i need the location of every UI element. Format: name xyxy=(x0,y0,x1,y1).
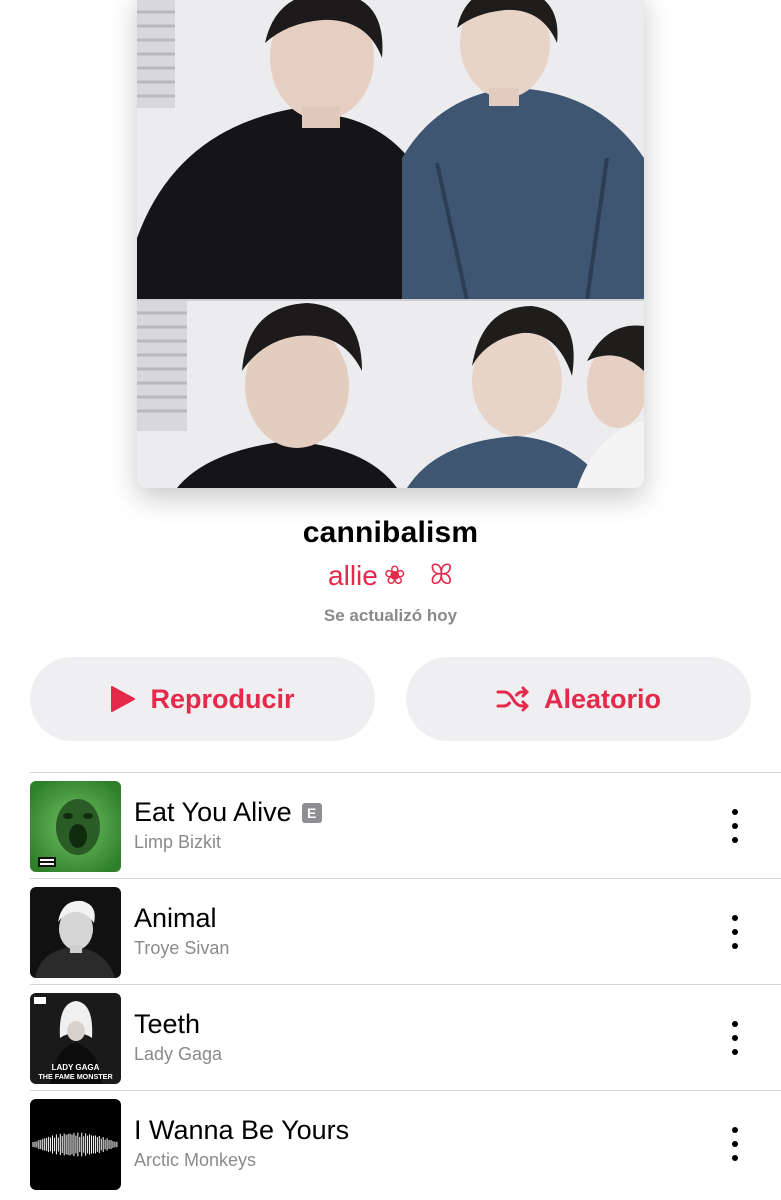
track-title: Eat You Alive E xyxy=(134,797,322,828)
shuffle-button[interactable]: Aleatorio xyxy=(406,657,751,741)
track-title: I Wanna Be Yours xyxy=(134,1115,349,1146)
cover-photo-bottom xyxy=(137,301,644,488)
the-fame-monster-album-art: LADY GAGA THE FAME MONSTER xyxy=(30,993,121,1084)
track-title-text: Animal xyxy=(134,903,217,933)
more-vertical-icon[interactable] xyxy=(720,1015,750,1061)
playlist-page: cannibalism allie ❀ ꕤ Se actualizó hoy R… xyxy=(0,0,781,1200)
soundwave-album-art xyxy=(30,1099,121,1190)
play-icon xyxy=(111,686,136,712)
track-title: Teeth xyxy=(134,1009,200,1040)
more-vertical-icon[interactable] xyxy=(720,909,750,955)
playlist-cover-art[interactable] xyxy=(137,0,644,488)
shuffle-button-label: Aleatorio xyxy=(543,683,662,714)
play-button[interactable]: Reproducir xyxy=(30,657,375,741)
track-row[interactable]: LADY GAGA THE FAME MONSTER Teeth Lady Ga… xyxy=(30,984,781,1090)
track-artist: Lady Gaga xyxy=(134,1044,223,1064)
track-row[interactable]: I Wanna Be Yours Arctic Monkeys xyxy=(30,1090,781,1196)
updated-label: Se actualizó hoy xyxy=(323,606,458,625)
track-artist: Limp Bizkit xyxy=(134,832,222,852)
butterfly-icon: ꕤ xyxy=(429,559,453,590)
track-title-text: Teeth xyxy=(134,1009,201,1039)
curator-link[interactable]: allie ❀ ꕤ xyxy=(0,559,781,592)
playlist-title: cannibalism xyxy=(302,516,479,549)
cover-photo-top xyxy=(137,0,644,300)
play-button-label: Reproducir xyxy=(150,683,295,714)
track-row[interactable]: Animal Troye Sivan xyxy=(30,878,781,984)
more-vertical-icon[interactable] xyxy=(720,803,750,849)
curator-name: allie xyxy=(328,559,378,591)
svg-text:THE FAME MONSTER: THE FAME MONSTER xyxy=(38,1072,113,1081)
track-artist: Arctic Monkeys xyxy=(134,1150,257,1170)
green-album-art xyxy=(30,781,121,872)
track-title-text: I Wanna Be Yours xyxy=(134,1115,350,1145)
album-art-text: LADY GAGA xyxy=(52,1063,100,1072)
bw-portrait-album-art xyxy=(30,887,121,978)
explicit-badge: E xyxy=(301,802,322,823)
flower-icon: ❀ xyxy=(383,560,406,590)
track-title-text: Eat You Alive xyxy=(134,797,292,827)
track-list: Eat You Alive E Limp Bizkit Animal Troye xyxy=(0,772,781,1196)
track-artist: Troye Sivan xyxy=(134,938,230,958)
track-title: Animal xyxy=(134,903,217,934)
track-row[interactable]: Eat You Alive E Limp Bizkit xyxy=(30,772,781,878)
shuffle-icon xyxy=(496,686,529,712)
more-vertical-icon[interactable] xyxy=(720,1121,750,1167)
